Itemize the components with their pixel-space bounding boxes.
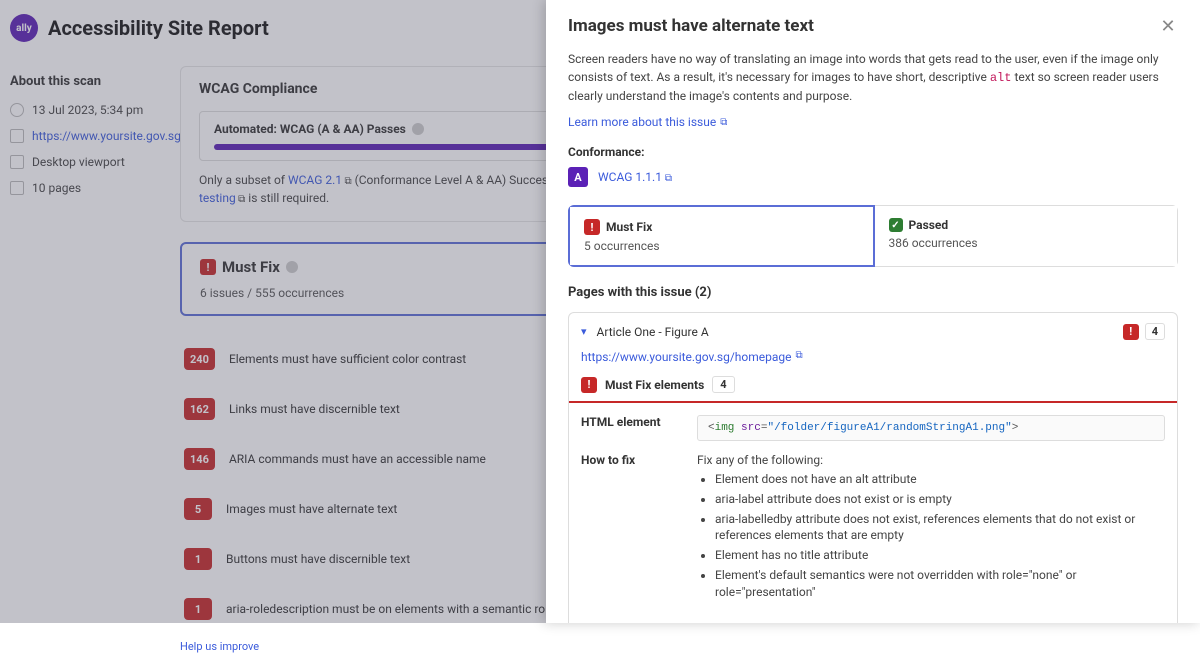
element-violation: HTML element <img src="/folder/figureA1/… [569, 401, 1177, 623]
accordion-item: ▾ Article One - Figure A ! 4 https://www… [568, 312, 1178, 623]
panel-title: Images must have alternate text [568, 16, 814, 36]
external-link-icon: ⧉ [665, 173, 672, 184]
external-link-icon: ⧉ [796, 350, 803, 364]
close-button[interactable]: ✕ [1158, 16, 1178, 36]
external-link-icon: ⧉ [720, 117, 727, 128]
accordion-title: Article One - Figure A [597, 325, 1113, 339]
html-code-snippet[interactable]: <img src="/folder/figureA1/randomStringA… [697, 415, 1165, 441]
wcag-ref-link[interactable]: WCAG 1.1.1 ⧉ [598, 170, 672, 184]
how-to-fix-label: How to fix [581, 453, 681, 604]
occurrence-stats: !Must Fix 5 occurrences ✓Passed 386 occu… [568, 205, 1178, 267]
panel-description: Screen readers have no way of translatin… [568, 50, 1178, 105]
mustfix-icon: ! [584, 219, 600, 235]
mustfix-elements-header: ! Must Fix elements 4 [569, 376, 1177, 393]
conformance-label: Conformance: [568, 145, 1178, 159]
help-improve-link[interactable]: Help us improve [180, 640, 1170, 653]
accordion-count: 4 [1145, 323, 1165, 340]
learn-more-link[interactable]: Learn more about this issue⧉ [568, 115, 727, 129]
mustfix-icon: ! [581, 377, 597, 393]
fix-instructions: Fix any of the following: Element does n… [697, 453, 1165, 604]
pages-issue-heading: Pages with this issue (2) [568, 285, 1178, 300]
stat-mustfix[interactable]: !Must Fix 5 occurrences [568, 205, 875, 267]
html-element-label: HTML element [581, 415, 681, 441]
chevron-down-icon: ▾ [581, 325, 587, 338]
accordion-toggle[interactable]: ▾ Article One - Figure A ! 4 [569, 313, 1177, 350]
conformance-badge: A [568, 167, 588, 187]
mustfix-icon: ! [1123, 324, 1139, 340]
check-icon: ✓ [889, 218, 903, 232]
issue-detail-panel: Images must have alternate text ✕ Screen… [546, 0, 1200, 623]
page-url-link[interactable]: https://www.yoursite.gov.sg/homepage⧉ [569, 350, 815, 364]
stat-passed[interactable]: ✓Passed 386 occurrences [875, 205, 1179, 267]
